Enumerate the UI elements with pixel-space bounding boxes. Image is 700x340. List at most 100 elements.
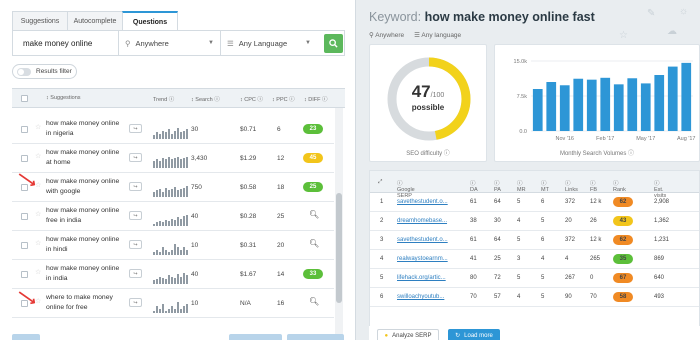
trend-bar xyxy=(171,159,173,168)
trend-bar xyxy=(162,191,164,197)
language-select[interactable]: ☰ Any Language ▼ xyxy=(220,31,317,55)
open-keyword-button[interactable]: ↪ xyxy=(129,211,142,220)
trend-bar xyxy=(171,306,173,313)
row-checkbox[interactable] xyxy=(21,126,28,133)
serp-mt: 4 xyxy=(541,256,545,262)
table-row[interactable]: ☆ how make money online in hindi ↪ 10 $0.31 2… xyxy=(12,231,334,260)
serp-row: 6 swilloachyoutub... 70 57 4 5 90 70 493 58 xyxy=(370,288,699,307)
search-icon[interactable]: 🔍︎ xyxy=(309,210,319,219)
star-icon[interactable]: ☆ xyxy=(35,152,41,160)
scrollbar[interactable] xyxy=(335,108,343,336)
trend-sparkline xyxy=(153,127,188,139)
load-more-label: Load more xyxy=(464,332,493,339)
serp-mt: 5 xyxy=(541,218,545,224)
toggle-switch[interactable] xyxy=(17,67,31,76)
trend-bar xyxy=(174,130,176,139)
serp-url[interactable]: lifehack.org/artic... xyxy=(397,275,446,281)
scrollbar-thumb[interactable] xyxy=(336,193,342,303)
search-button[interactable] xyxy=(324,33,343,53)
open-keyword-button[interactable]: ↪ xyxy=(129,153,142,162)
row-checkbox[interactable] xyxy=(21,242,28,249)
footer-button[interactable] xyxy=(287,334,344,340)
seo-difficulty-label: possible xyxy=(411,103,445,112)
load-more-button[interactable]: ↻ Load more xyxy=(448,329,500,340)
suggestion-keyword[interactable]: where to make money online for free xyxy=(46,293,124,312)
y-tick-label: 15.0k xyxy=(514,59,528,65)
tab-autocomplete[interactable]: Autocomplete xyxy=(67,11,123,30)
serp-links: 20 xyxy=(565,218,572,224)
suggestion-keyword[interactable]: how make money online at home xyxy=(46,148,124,167)
results-filter-toggle[interactable]: Results filter xyxy=(12,64,77,79)
trend-bar xyxy=(186,249,188,255)
row-checkbox[interactable] xyxy=(21,271,28,278)
select-all-checkbox[interactable] xyxy=(21,95,28,102)
col-suggestions[interactable]: ↕ Suggestions xyxy=(46,95,81,101)
table-row[interactable]: ☆ where to make money online for free ↪ 10 N… xyxy=(12,289,334,318)
open-keyword-button[interactable]: ↪ xyxy=(129,182,142,191)
serp-url[interactable]: dreamhomebase... xyxy=(397,218,447,224)
search-icon[interactable]: 🔍︎ xyxy=(309,239,319,248)
footer-button[interactable] xyxy=(12,334,40,340)
trend-bar xyxy=(162,246,164,255)
open-keyword-button[interactable]: ↪ xyxy=(129,124,142,133)
cpc-value: $1.29 xyxy=(240,155,257,162)
serp-url[interactable]: realwaystoearnm... xyxy=(397,256,448,262)
trend-bar xyxy=(183,246,185,255)
star-icon[interactable]: ☆ xyxy=(35,210,41,218)
serp-url[interactable]: swilloachyoutub... xyxy=(397,294,444,300)
trend-bar xyxy=(165,310,167,313)
star-icon[interactable]: ☆ xyxy=(35,123,41,131)
suggestion-keyword[interactable]: how make money online in nigeria xyxy=(46,119,124,138)
analyze-serp-button[interactable]: ● Analyze SERP xyxy=(377,329,439,340)
tab-questions[interactable]: Questions xyxy=(122,11,178,31)
volume-bar xyxy=(681,62,692,131)
table-row[interactable]: ☆ how make money online in india ↪ 40 $1.67 1… xyxy=(12,260,334,289)
row-checkbox[interactable] xyxy=(21,213,28,220)
serp-pa: 57 xyxy=(494,294,501,300)
trend-bar xyxy=(156,306,158,313)
search-icon[interactable]: 🔍︎ xyxy=(309,297,319,306)
footer-button[interactable] xyxy=(229,334,282,340)
language-icon: ☰ xyxy=(227,38,234,48)
keyword-input[interactable]: make money online xyxy=(13,39,118,48)
col-ppc[interactable]: ↕ PPC ⓘ xyxy=(272,95,295,103)
open-keyword-button[interactable]: ↪ xyxy=(129,269,142,278)
open-keyword-button[interactable]: ↪ xyxy=(129,298,142,307)
col-cpc[interactable]: ↕ CPC ⓘ xyxy=(240,95,263,103)
results-filter-label: Results filter xyxy=(36,68,72,75)
tab-suggestions[interactable]: Suggestions xyxy=(12,11,68,30)
serp-url[interactable]: savethestudent.o... xyxy=(397,199,448,205)
serp-visits: 1,362 xyxy=(654,218,670,224)
trend-bar xyxy=(162,158,164,168)
trend-bar xyxy=(162,130,164,139)
table-row[interactable]: ☆ how make money online at home ↪ 3,430 $1.2… xyxy=(12,144,334,173)
trend-bar xyxy=(183,188,185,197)
suggestion-keyword[interactable]: how make money online with google xyxy=(46,177,124,196)
suggestion-keyword[interactable]: how make money online in india xyxy=(46,264,124,283)
star-icon[interactable]: ☆ xyxy=(35,239,41,247)
trend-bar xyxy=(180,132,182,139)
serp-actions: ● Analyze SERP ↻ Load more xyxy=(369,326,700,340)
suggestion-keyword[interactable]: how make money online free in india xyxy=(46,206,124,225)
trend-bar xyxy=(177,157,179,168)
volume-bar xyxy=(546,82,557,131)
table-row[interactable]: ☆ how make money online with google ↪ 750 $0… xyxy=(12,173,334,202)
ppc-value: 18 xyxy=(277,184,285,191)
suggestion-keyword[interactable]: how make money online in hindi xyxy=(46,235,124,254)
table-row[interactable]: ☆ how make money online free in india ↪ 40 $… xyxy=(12,202,334,231)
trend-bar xyxy=(159,133,161,139)
row-checkbox[interactable] xyxy=(21,155,28,162)
serp-url[interactable]: savethestudent.o... xyxy=(397,237,448,243)
col-diff[interactable]: ↕ DIFF ⓘ xyxy=(304,95,328,103)
location-select[interactable]: ⚲ Anywhere ▼ xyxy=(118,31,220,55)
volume-bar xyxy=(586,79,597,131)
star-icon[interactable]: ☆ xyxy=(35,268,41,276)
table-row[interactable]: ☆ how make money online in nigeria ↪ 30 $0.7… xyxy=(12,115,334,144)
serp-fb: 12 k xyxy=(590,237,602,243)
expand-icon[interactable]: ⤢ xyxy=(378,179,382,186)
cpc-value: $0.58 xyxy=(240,184,257,191)
col-trend[interactable]: Trend ⓘ xyxy=(153,95,174,103)
col-search[interactable]: ↕ Search ⓘ xyxy=(191,95,220,103)
serp-table: ⤢ Google SERP ⓘ DA ⓘ PA ⓘ MR ⓘ MT ⓘ Link… xyxy=(369,170,700,340)
open-keyword-button[interactable]: ↪ xyxy=(129,240,142,249)
